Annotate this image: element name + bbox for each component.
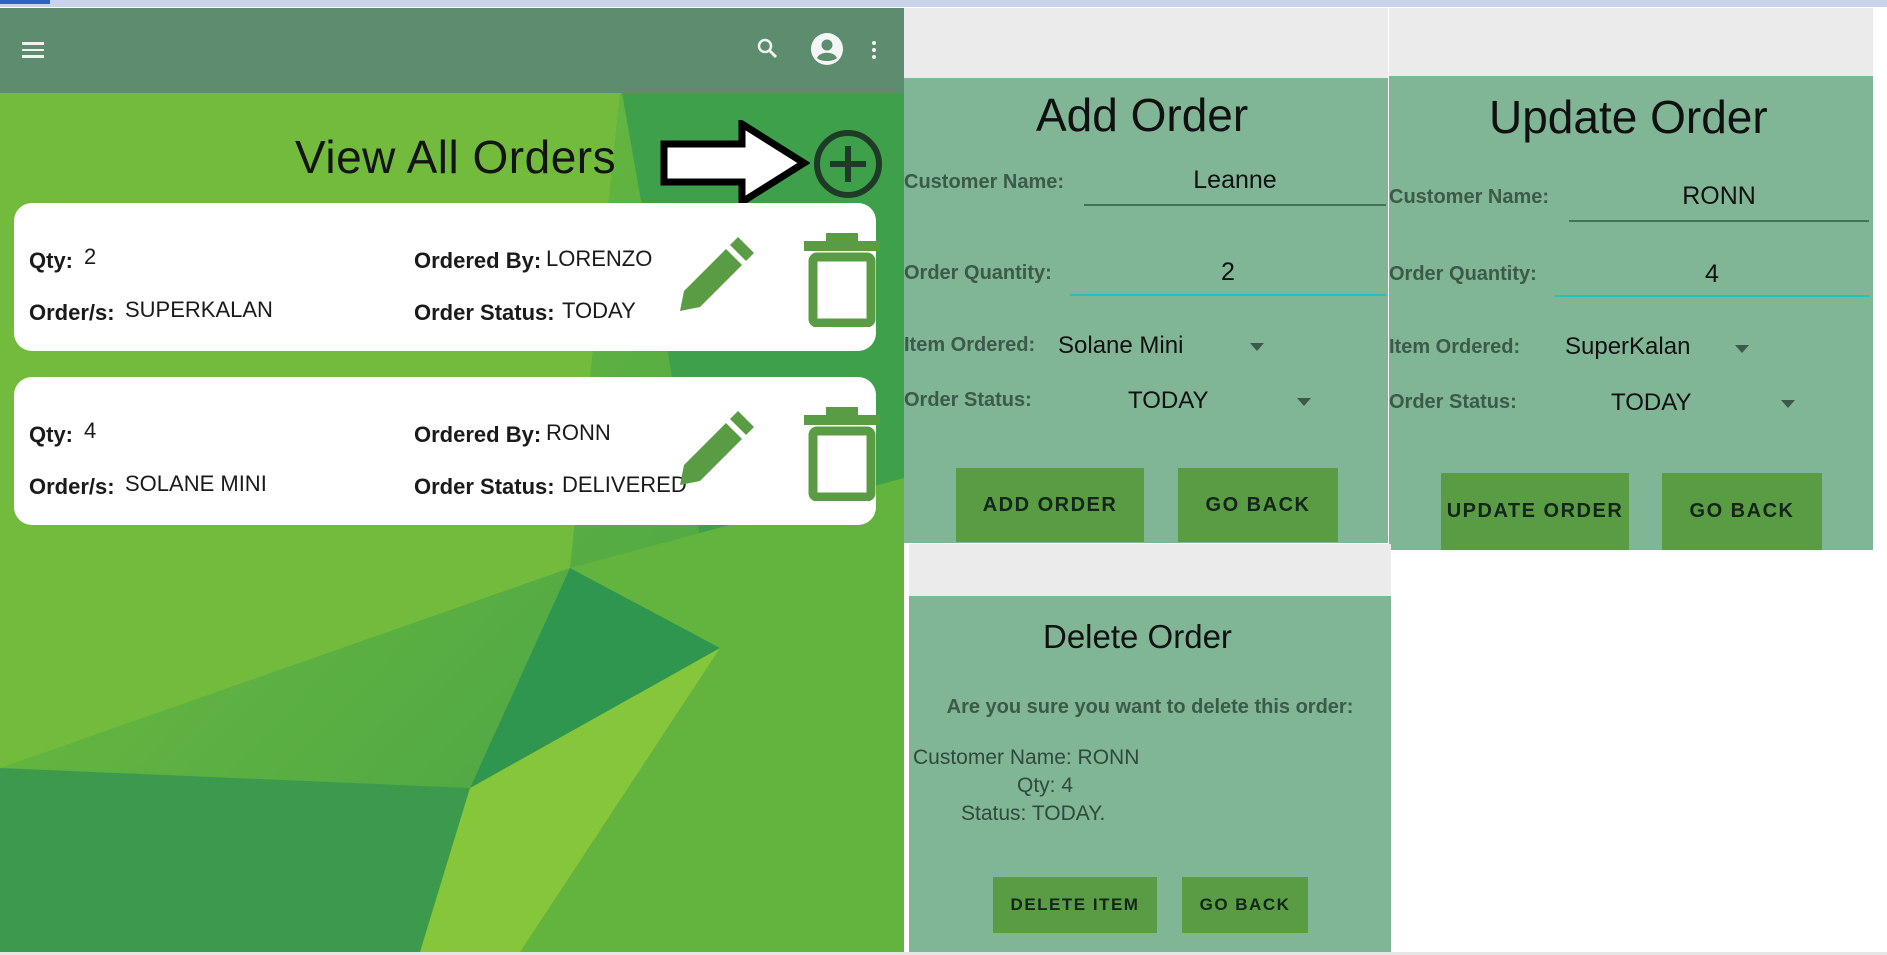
item-ordered-select[interactable]: Solane Mini <box>1058 332 1183 360</box>
orders-value: SUPERKALAN <box>125 297 273 322</box>
order-status-label: Order Status: <box>414 474 555 499</box>
customer-name-underline <box>1569 220 1869 222</box>
account-icon[interactable] <box>810 32 844 66</box>
dropdown-caret-icon[interactable] <box>1250 343 1264 351</box>
order-status-value: TODAY <box>562 298 636 323</box>
update-order-button[interactable]: UPDATE ORDER <box>1441 473 1629 550</box>
update-order-title: Update Order <box>1489 91 1768 143</box>
orders-label: Order/s: <box>29 474 115 499</box>
edit-pencil-icon[interactable] <box>666 407 756 497</box>
delete-item-button[interactable]: DELETE ITEM <box>993 877 1157 933</box>
order-status-label: Order Status: <box>414 300 555 325</box>
order-status-select[interactable]: TODAY <box>1611 389 1691 417</box>
qty-label: Qty: <box>29 422 73 447</box>
orders-label: Order/s: <box>29 300 115 325</box>
go-back-button[interactable]: GO BACK <box>1662 473 1822 550</box>
menu-icon[interactable] <box>22 42 44 58</box>
edit-pencil-icon[interactable] <box>666 233 756 323</box>
arrow-right-icon <box>660 120 810 206</box>
order-quantity-underline <box>1555 295 1869 297</box>
order-quantity-input[interactable]: 4 <box>1555 260 1869 289</box>
trash-icon[interactable] <box>800 231 884 327</box>
customer-name-underline <box>1084 204 1386 206</box>
dropdown-caret-icon[interactable] <box>1735 345 1749 353</box>
more-options-icon[interactable] <box>872 41 878 61</box>
delete-qty-line: Qty: 4 <box>1017 774 1074 797</box>
delete-order-title: Delete Order <box>1043 618 1232 655</box>
qty-label: Qty: <box>29 248 73 273</box>
add-order-button[interactable]: ADD ORDER <box>956 468 1144 542</box>
search-icon[interactable] <box>755 36 779 60</box>
window-top-bar <box>0 0 1887 7</box>
page-title: View All Orders <box>295 131 617 183</box>
dropdown-caret-icon[interactable] <box>1297 398 1311 406</box>
order-quantity-input[interactable]: 2 <box>1070 258 1386 287</box>
item-ordered-label: Item Ordered: <box>904 334 1036 356</box>
customer-name-label: Customer Name: <box>1389 186 1550 208</box>
order-quantity-label: Order Quantity: <box>1389 263 1537 285</box>
order-card[interactable]: Qty: 4 Order/s: SOLANE MINI Ordered By: … <box>14 377 880 525</box>
ordered-by-value: LORENZO <box>546 246 653 271</box>
order-status-select[interactable]: TODAY <box>1128 387 1208 415</box>
add-order-title: Add Order <box>1036 89 1249 141</box>
dialog-header-strip <box>1389 8 1873 76</box>
window-top-accent <box>0 0 50 4</box>
orders-value: SOLANE MINI <box>125 471 267 496</box>
customer-name-input[interactable]: RONN <box>1569 182 1869 211</box>
add-order-icon[interactable] <box>812 128 884 200</box>
customer-name-label: Customer Name: <box>904 171 1065 193</box>
order-quantity-underline <box>1070 294 1386 296</box>
delete-confirm-prompt: Are you sure you want to delete this ord… <box>946 696 1354 718</box>
customer-name-input[interactable]: Leanne <box>1084 166 1386 195</box>
go-back-button[interactable]: GO BACK <box>1182 877 1308 933</box>
ordered-by-label: Ordered By: <box>414 248 542 273</box>
item-ordered-select[interactable]: SuperKalan <box>1565 333 1690 361</box>
ordered-by-label: Ordered By: <box>414 422 542 447</box>
app-bar <box>0 8 904 93</box>
dialog-header-strip <box>909 544 1391 596</box>
view-orders-screen: View All Orders Qty: 2 Order/s: SUPERKAL… <box>0 8 904 952</box>
go-back-button[interactable]: GO BACK <box>1178 468 1338 542</box>
order-status-label: Order Status: <box>904 389 1032 411</box>
dialog-header-strip <box>904 8 1388 78</box>
update-order-dialog: Update Order Customer Name: RONN Order Q… <box>1389 8 1873 550</box>
delete-order-dialog: Delete Order Are you sure you want to de… <box>909 544 1391 952</box>
item-ordered-label: Item Ordered: <box>1389 336 1521 358</box>
qty-value: 2 <box>84 244 97 269</box>
order-status-label: Order Status: <box>1389 391 1517 413</box>
delete-customer-line: Customer Name: RONN <box>913 746 1140 769</box>
trash-icon[interactable] <box>800 405 884 501</box>
add-order-dialog: Add Order Customer Name: Leanne Order Qu… <box>904 8 1388 543</box>
delete-status-line: Status: TODAY. <box>961 802 1106 825</box>
order-quantity-label: Order Quantity: <box>904 262 1052 284</box>
order-card[interactable]: Qty: 2 Order/s: SUPERKALAN Ordered By: L… <box>14 203 880 351</box>
qty-value: 4 <box>84 418 97 443</box>
dropdown-caret-icon[interactable] <box>1781 400 1795 408</box>
ordered-by-value: RONN <box>546 420 611 445</box>
